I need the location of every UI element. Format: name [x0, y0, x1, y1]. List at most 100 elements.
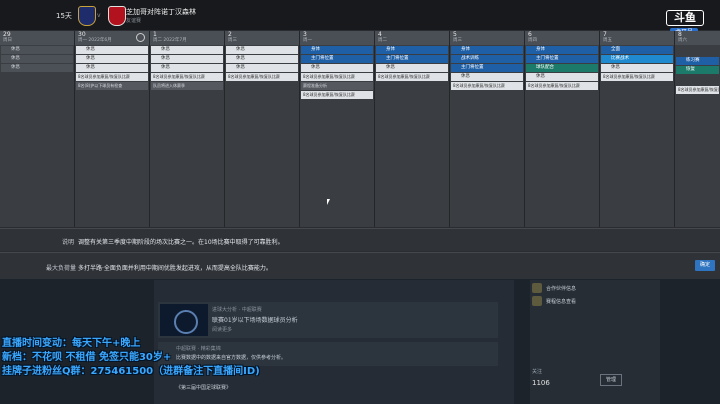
session-slot[interactable]: 身体 — [301, 46, 373, 54]
session-slot[interactable]: 休息 — [226, 55, 298, 63]
session-slot[interactable]: 主门将位置 — [301, 55, 373, 63]
session-slot[interactable]: 身体 — [376, 46, 448, 54]
session-slot[interactable]: 主门将位置 — [526, 55, 598, 63]
right-panel-item[interactable]: 合作伙伴信息 — [546, 285, 576, 292]
day-header: 30 周一 2022年6月 — [75, 31, 149, 45]
top-bar: 15天 v 芝加哥对阵诺丁汉森林 友谊赛 — [0, 0, 720, 30]
session-slot[interactable]: 休息 — [1, 64, 73, 72]
confirm-button[interactable]: 确定 — [695, 260, 715, 271]
day-note: 8名球员参加康复/恢复队比赛 — [301, 73, 373, 81]
description-text: 调整有关第三季度中期阶段的场次比赛之一。在10场比赛中取得了可靠胜利。 — [78, 239, 284, 246]
day-note: 8名球员参加康复/恢复队比赛 — [601, 73, 673, 81]
session-slot[interactable]: 休息 — [1, 55, 73, 63]
day-note: 8名球员参加康复/恢复队比赛 — [301, 91, 373, 99]
stream-overlay-line: 新档：不花呗 不租借 免签只能30岁+ — [2, 352, 172, 363]
right-panel-item[interactable]: 赛程信息查看 — [546, 298, 576, 305]
day-note: 8名球员参加康复/恢复队比赛 — [676, 86, 719, 94]
session-slot[interactable]: 休息 — [151, 46, 223, 54]
vs-label: v — [97, 12, 101, 19]
session-slot[interactable]: 恢复 — [676, 66, 719, 74]
session-slot[interactable]: 休息 — [601, 64, 673, 72]
day-column[interactable]: 3 周一 身体 主门将位置 休息 8名球员参加康复/恢复队比赛 赛程准备分析 8名… — [300, 31, 375, 227]
plan-text: 多打半路·全面负面并利用中期间优胜发起进攻，从而提高全队比赛能力。 — [78, 265, 272, 272]
mouse-cursor-icon — [327, 199, 330, 205]
day-column[interactable]: 1 周二 2022年7月 休息 休息 休息 8名球员参加康复/恢复队比赛 队员将进… — [150, 31, 225, 227]
training-calendar: 29 周日 休息 休息 休息 30 周一 2022年6月 休息 休息 休息 8名球员… — [0, 31, 720, 227]
session-slot[interactable]: 比赛战术 — [601, 55, 673, 63]
session-slot[interactable]: 休息 — [151, 64, 223, 72]
session-slot[interactable]: 休息 — [76, 55, 148, 63]
stream-overlay-line: 直播时间变动：每天下午+晚上 — [2, 338, 141, 349]
day-column[interactable]: 6 周四 身体 主门将位置 球队配合 休息 8名球员参加康复/恢复队比赛 — [525, 31, 600, 227]
manage-button[interactable]: 管理 — [600, 374, 622, 386]
day-column[interactable]: 2 周三 休息 休息 休息 8名球员参加康复/恢复队比赛 — [225, 31, 300, 227]
day-column[interactable]: 7 周五 全面 比赛战术 休息 8名球员参加康复/恢复队比赛 — [600, 31, 675, 227]
day-note: 8名(8)护以下球员有检查 — [76, 82, 148, 90]
partner-icon — [532, 283, 542, 293]
day-note: 8名球员参加康复/恢复队比赛 — [526, 82, 598, 90]
day-note: 8名球员参加康复/恢复队比赛 — [76, 73, 148, 81]
session-slot[interactable]: 休息 — [151, 55, 223, 63]
day-header: 5 周三 — [450, 31, 524, 45]
post-thumbnail[interactable] — [160, 304, 208, 336]
session-slot[interactable]: 休息 — [1, 46, 73, 54]
session-slot[interactable]: 休息 — [526, 73, 598, 81]
day-note: 队员将进入休赛季 — [151, 82, 223, 90]
day-header: 3 周一 — [300, 31, 374, 45]
session-slot[interactable]: 休息 — [376, 64, 448, 72]
session-slot[interactable]: 球队配合 — [526, 64, 598, 72]
stat-value: 1106 — [532, 379, 550, 387]
away-club-crest-icon — [108, 6, 126, 26]
description-bar: 说明 调整有关第三季度中期阶段的场次比赛之一。在10场比赛中取得了可靠胜利。 — [0, 228, 720, 251]
day-note: 8名球员参加康复/恢复队比赛 — [376, 73, 448, 81]
match-subtitle: 友谊赛 — [126, 18, 142, 24]
plan-label: 最大负荷量 — [46, 265, 77, 272]
stat-label: 关注 — [532, 369, 543, 375]
day-header: 29 周日 — [0, 31, 74, 45]
day-note: 赛程准备分析 — [301, 82, 373, 90]
session-slot[interactable]: 练习赛 — [676, 57, 719, 65]
day-column[interactable]: 4 周二 身体 主门将位置 休息 8名球员参加康复/恢复队比赛 — [375, 31, 450, 227]
match-title[interactable]: 芝加哥对阵诺丁汉森林 — [126, 7, 196, 17]
session-slot[interactable]: 休息 — [451, 73, 523, 81]
day-column[interactable]: 5 周三 身体 战术训练 主门将位置 休息 8名球员参加康复/恢复队比赛 — [450, 31, 525, 227]
days-counter: 15天 — [56, 12, 72, 20]
session-slot[interactable]: 战术训练 — [451, 55, 523, 63]
day-column[interactable]: 30 周一 2022年6月 休息 休息 休息 8名球员参加康复/恢复队比赛 8名(… — [75, 31, 150, 227]
refresh-icon[interactable] — [136, 33, 145, 42]
session-slot[interactable]: 身体 — [451, 46, 523, 54]
day-header: 6 周四 — [525, 31, 599, 45]
feed-post[interactable] — [158, 302, 498, 338]
post-title[interactable]: 《第三届中国足球联赛》 — [176, 384, 231, 391]
session-slot[interactable]: 休息 — [76, 46, 148, 54]
day-header: 4 周二 — [375, 31, 449, 45]
day-column[interactable]: 29 周日 休息 休息 休息 — [0, 31, 75, 227]
post-title[interactable]: 联赛01岁以下场场数据球员分析 — [212, 315, 298, 324]
day-note: 8名球员参加康复/恢复队比赛 — [226, 73, 298, 81]
session-slot[interactable]: 主门将位置 — [451, 64, 523, 72]
description-label: 说明 — [62, 239, 75, 246]
post-text: 比赛数据中的数据来自官方数据，仅供参考分析。 — [176, 355, 287, 361]
day-note: 8名球员参加康复/恢复队比赛 — [151, 73, 223, 81]
day-column[interactable]: 8周六 练习赛 恢复 8名球员参加康复/恢复队比赛 — [675, 31, 720, 227]
session-slot[interactable]: 休息 — [226, 64, 298, 72]
day-header: 1 周二 2022年7月 — [150, 31, 224, 45]
day-header: 2 周三 — [225, 31, 299, 45]
session-slot[interactable]: 身体 — [526, 46, 598, 54]
day-header: 7 周五 — [600, 31, 674, 45]
home-club-crest-icon — [78, 6, 96, 26]
session-slot[interactable]: 全面 — [601, 46, 673, 54]
plan-bar: 最大负荷量 多打半路·全面负面并利用中期间优胜发起进攻，从而提高全队比赛能力。 … — [0, 252, 720, 279]
session-slot[interactable]: 主门将位置 — [376, 55, 448, 63]
day-header: 8 周六 — [675, 31, 720, 45]
post-meta: 中超联赛 · 精彩集锦 — [176, 346, 221, 352]
post-meta: 进球大分析 · 中超联赛 — [212, 307, 262, 313]
day-note: 8名球员参加康复/恢复队比赛 — [451, 82, 523, 90]
schedule-icon — [532, 296, 542, 306]
post-sub[interactable]: 阅读更多 — [212, 326, 232, 333]
douyu-logo: 斗鱼 — [666, 10, 704, 26]
session-slot[interactable]: 休息 — [76, 64, 148, 72]
session-slot[interactable]: 休息 — [226, 46, 298, 54]
session-slot[interactable]: 休息 — [301, 64, 373, 72]
stream-overlay-line: 挂牌子进粉丝Q群：275461500（进群备注下直播间ID) — [2, 366, 260, 377]
